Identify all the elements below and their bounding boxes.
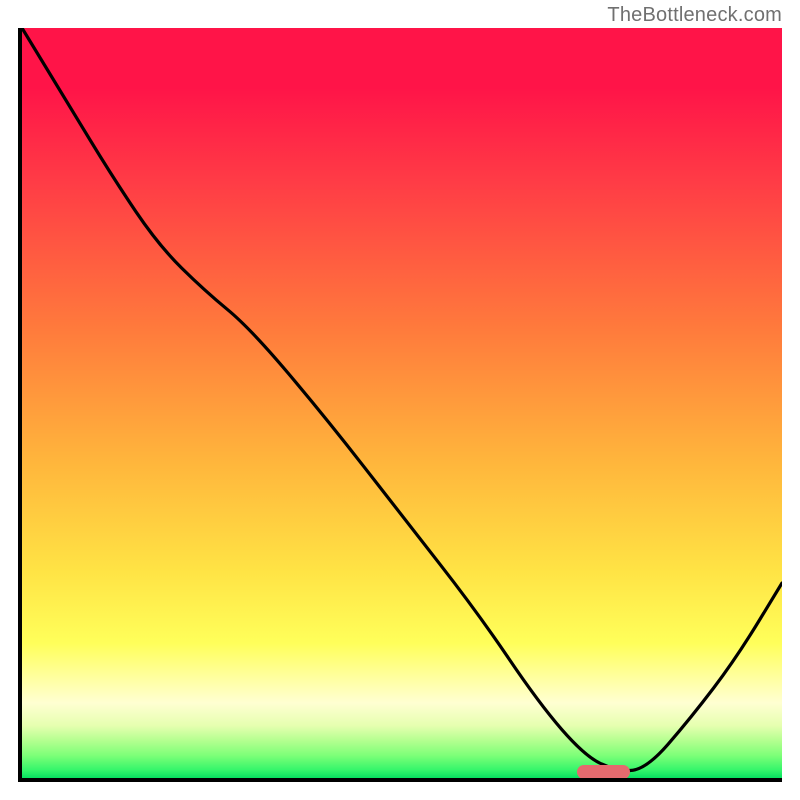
plot-area <box>18 28 782 782</box>
optimal-marker <box>577 765 630 779</box>
bottleneck-curve <box>22 28 782 778</box>
chart-container: TheBottleneck.com <box>0 0 800 800</box>
attribution-label: TheBottleneck.com <box>607 4 782 27</box>
